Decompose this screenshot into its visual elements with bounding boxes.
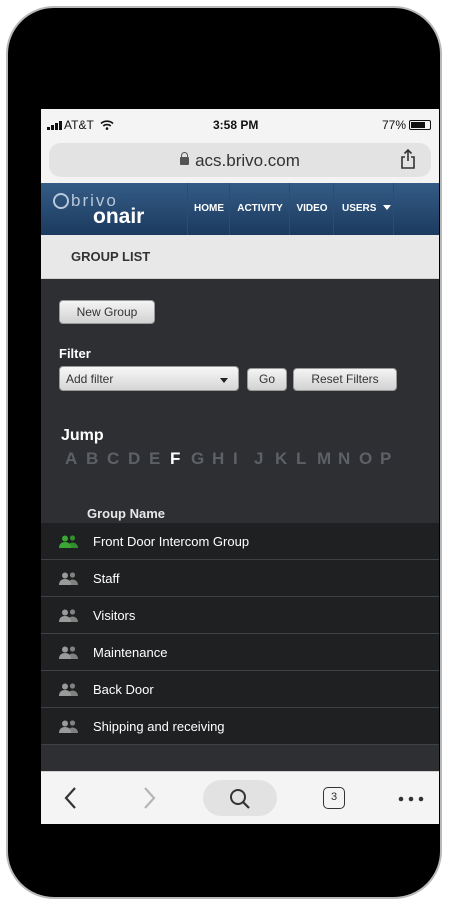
status-bar: AT&T 3:58 PM 77% [41, 109, 439, 139]
nav-more[interactable] [393, 183, 439, 235]
clock: 3:58 PM [213, 118, 259, 132]
jump-letter-f[interactable]: F [170, 449, 191, 469]
jump-letter-b[interactable]: B [86, 449, 107, 469]
filter-label: Filter [59, 346, 91, 361]
nav-video[interactable]: VIDEO [289, 183, 334, 235]
jump-letter-a[interactable]: A [65, 449, 86, 469]
nav-users[interactable]: USERS [333, 183, 393, 235]
logo-onair: onair [93, 205, 145, 228]
brivo-onair-logo[interactable]: brivo onair [53, 189, 181, 231]
jump-letter-n[interactable]: N [338, 449, 359, 469]
url-text: acs.brivo.com [195, 151, 300, 170]
jump-label: Jump [61, 427, 104, 444]
nav-activity[interactable]: ACTIVITY [229, 183, 290, 235]
forward-icon[interactable] [139, 780, 159, 816]
lock-icon [180, 152, 190, 165]
page-title: GROUP LIST [71, 249, 151, 264]
share-icon[interactable] [399, 149, 417, 169]
new-group-button[interactable]: New Group [59, 300, 155, 324]
jump-letter-m[interactable]: M [317, 449, 338, 469]
column-header-group-name[interactable]: Group Name [87, 506, 165, 521]
jump-letter-d[interactable]: D [128, 449, 149, 469]
group-row[interactable]: Staff [41, 560, 439, 597]
dropdown-arrow-icon [220, 378, 228, 383]
phone-screen: AT&T 3:58 PM 77% acs.brivo.com brivo ona… [41, 109, 439, 824]
group-icon [59, 720, 78, 733]
page-title-bar: GROUP LIST [41, 235, 439, 279]
group-row[interactable]: Front Door Intercom Group [41, 523, 439, 560]
carrier-label: AT&T [64, 118, 94, 132]
phone-frame: AT&T 3:58 PM 77% acs.brivo.com brivo ona… [6, 6, 442, 899]
caret-down-icon [383, 205, 392, 210]
group-icon [59, 609, 78, 622]
jump-letter-k[interactable]: K [275, 449, 296, 469]
reset-filters-button[interactable]: Reset Filters [293, 368, 397, 391]
group-name[interactable]: Front Door Intercom Group [93, 534, 249, 549]
browser-address-area: acs.brivo.com [41, 139, 439, 183]
group-name[interactable]: Maintenance [93, 645, 167, 660]
wifi-icon [100, 120, 114, 130]
nav-home[interactable]: HOME [187, 183, 230, 235]
search-icon [230, 789, 250, 809]
jump-letter-i[interactable]: I [233, 449, 254, 469]
jump-letter-p[interactable]: P [380, 449, 401, 469]
group-name[interactable]: Staff [93, 571, 120, 586]
filter-select-value: Add filter [66, 372, 114, 386]
more-icon[interactable] [397, 780, 425, 816]
battery-icon [409, 120, 431, 130]
filter-select[interactable]: Add filter [59, 366, 239, 391]
group-icon [59, 683, 78, 696]
jump-letter-l[interactable]: L [296, 449, 317, 469]
group-row[interactable]: Maintenance [41, 634, 439, 671]
jump-letter-g[interactable]: G [191, 449, 212, 469]
top-navigation: brivo onair HOME ACTIVITY VIDEO USERS [41, 183, 439, 235]
group-row[interactable]: Back Door [41, 671, 439, 708]
group-row[interactable]: Visitors [41, 597, 439, 634]
back-icon[interactable] [61, 780, 81, 816]
jump-letter-j[interactable]: J [254, 449, 275, 469]
group-icon [59, 572, 78, 585]
jump-letter-h[interactable]: H [212, 449, 233, 469]
jump-letters: ABCDEFGHIJKLMNOP [65, 449, 439, 469]
jump-letter-c[interactable]: C [107, 449, 128, 469]
group-icon [59, 535, 78, 548]
battery-percent: 77% [381, 118, 406, 132]
go-button[interactable]: Go [247, 368, 287, 391]
group-list: Front Door Intercom Group Staff Visitors Ma… [41, 523, 439, 745]
browser-toolbar: 3 [41, 771, 439, 824]
jump-letter-e[interactable]: E [149, 449, 170, 469]
group-icon [59, 646, 78, 659]
group-name[interactable]: Shipping and receiving [93, 719, 225, 734]
logo-ring-icon [53, 193, 69, 209]
address-bar[interactable]: acs.brivo.com [49, 143, 431, 177]
battery: 77% [382, 118, 431, 132]
tabs-button[interactable]: 3 [323, 787, 345, 809]
signal-icon [47, 121, 62, 130]
group-name[interactable]: Back Door [93, 682, 154, 697]
nav-users-label: USERS [342, 203, 377, 214]
group-row[interactable]: Shipping and receiving [41, 708, 439, 745]
jump-letter-o[interactable]: O [359, 449, 380, 469]
url-display[interactable]: acs.brivo.com [49, 151, 431, 171]
carrier: AT&T [47, 118, 114, 132]
group-name[interactable]: Visitors [93, 608, 135, 623]
search-button[interactable] [203, 780, 277, 816]
